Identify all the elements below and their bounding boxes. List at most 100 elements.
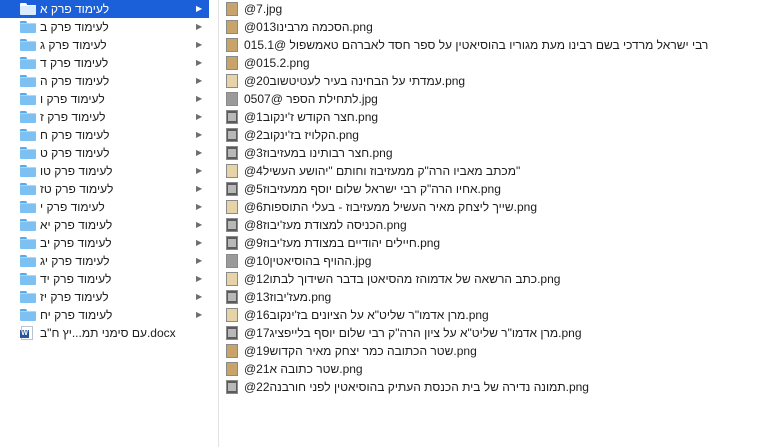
folder-item[interactable]: לעימוד פרק טו ▶ xyxy=(0,162,209,180)
folder-label: לעימוד פרק ו xyxy=(40,92,105,106)
folder-icon xyxy=(20,129,36,141)
disclosure-arrow-icon: ▶ xyxy=(196,112,203,121)
image-thumbnail-icon xyxy=(226,182,238,196)
image-thumbnail-icon xyxy=(226,362,238,376)
image-thumbnail-icon xyxy=(226,20,238,34)
disclosure-arrow-icon: ▶ xyxy=(196,274,203,283)
file-label: @5אחיו הרה"ק רבי ישראל שלום יוסף ממעזיבו… xyxy=(244,182,501,196)
folder-item[interactable]: לעימוד פרק יד ▶ xyxy=(0,270,209,288)
folder-label: לעימוד פרק יא xyxy=(40,218,113,232)
folder-icon xyxy=(20,219,36,231)
image-thumbnail-icon xyxy=(226,218,238,232)
folder-label: לעימוד פרק יח xyxy=(40,308,113,322)
image-thumbnail-icon xyxy=(226,272,238,286)
folder-icon xyxy=(20,75,36,87)
image-thumbnail-icon xyxy=(226,2,238,16)
folder-item[interactable]: לעימוד פרק יז ▶ xyxy=(0,288,209,306)
folder-item[interactable]: לעימוד פרק ד ▶ xyxy=(0,54,209,72)
image-thumbnail-icon xyxy=(226,326,238,340)
folder-label: לעימוד פרק א xyxy=(40,2,110,16)
file-label: @2הקלויז בז'ינקוב.png xyxy=(244,128,359,142)
folder-icon xyxy=(20,93,36,105)
folder-item[interactable]: לעימוד פרק יב ▶ xyxy=(0,234,209,252)
folder-icon xyxy=(20,21,36,33)
image-thumbnail-icon xyxy=(226,128,238,142)
file-label: @16מרן אדמו"ר שליט"א על הציונים בז'ינקוב… xyxy=(244,308,489,322)
disclosure-arrow-icon: ▶ xyxy=(196,202,203,211)
image-thumbnail-icon xyxy=(226,290,238,304)
file-label: @6שייך ליצחק מאיר העשיל ממעזיבוז - בעלי … xyxy=(244,200,538,214)
image-thumbnail-icon xyxy=(226,236,238,250)
folder-item[interactable]: לעימוד פרק ה ▶ xyxy=(0,72,209,90)
word-doc-icon: W xyxy=(20,326,33,340)
folder-icon xyxy=(20,111,36,123)
folder-item[interactable]: לעימוד פרק ג ▶ xyxy=(0,36,209,54)
file-label: @9חיילים יהודיים במצודת מעז'יבוז.png xyxy=(244,236,441,250)
folder-label: לעימוד פרק ה xyxy=(40,74,110,88)
folder-icon xyxy=(20,309,36,321)
folder-icon xyxy=(20,57,36,69)
folder-label: לעימוד פרק ט xyxy=(40,146,110,160)
folder-icon xyxy=(20,3,36,15)
disclosure-arrow-icon: ▶ xyxy=(196,58,203,67)
file-label: @12כתב הרשאה של אדמוהז מהסיאטן בדבר השיד… xyxy=(244,272,561,286)
file-label: 0507@ לתחילת הספר.jpg xyxy=(244,92,378,106)
disclosure-arrow-icon: ▶ xyxy=(196,238,203,247)
file-label: @20עמדתי על הבחינה בעיר לעטיטשוב.png xyxy=(244,74,466,88)
document-item[interactable]: W עם סימני תמ...יץ ח"ב.docx xyxy=(0,324,209,342)
file-label: @7.jpg xyxy=(244,2,283,16)
folders-column: לעימוד פרק א ▶ לעימוד פרק ב ▶ לעימוד פרק ג ▶ ל… xyxy=(0,0,209,447)
folder-item[interactable]: לעימוד פרק ב ▶ xyxy=(0,18,209,36)
file-label: @17מרן אדמו"ר שליט"א על ציון הרה"ק רבי ש… xyxy=(244,326,582,340)
disclosure-arrow-icon: ▶ xyxy=(196,310,203,319)
folder-icon xyxy=(20,291,36,303)
image-thumbnail-icon xyxy=(226,308,238,322)
folder-icon xyxy=(20,201,36,213)
image-thumbnail-icon xyxy=(226,254,238,268)
file-label: @015.2.png xyxy=(244,56,310,70)
folder-icon xyxy=(20,255,36,267)
folder-item[interactable]: לעימוד פרק ח ▶ xyxy=(0,126,209,144)
folder-label: לעימוד פרק ז xyxy=(40,110,106,124)
folder-icon xyxy=(20,39,36,51)
folder-item[interactable]: לעימוד פרק יח ▶ xyxy=(0,306,209,324)
disclosure-arrow-icon: ▶ xyxy=(196,4,203,13)
image-thumbnail-icon xyxy=(226,380,238,394)
folder-label: לעימוד פרק ג xyxy=(40,38,107,52)
disclosure-arrow-icon: ▶ xyxy=(196,166,203,175)
file-label: 015.1@ רבי ישראל מרדכי בשם רבינו מעת מגו… xyxy=(244,38,709,52)
image-thumbnail-icon xyxy=(226,74,238,88)
disclosure-arrow-icon: ▶ xyxy=(196,22,203,31)
folder-label: לעימוד פרק יג xyxy=(40,254,110,268)
disclosure-arrow-icon: ▶ xyxy=(196,184,203,193)
image-thumbnail-icon xyxy=(226,164,238,178)
folder-item[interactable]: לעימוד פרק א ▶ xyxy=(0,0,209,18)
folder-label: לעימוד פרק טו xyxy=(40,164,113,178)
folder-icon xyxy=(20,237,36,249)
file-label: @1חצר הקודש ז'ינקוב.png xyxy=(244,110,379,124)
folder-label: לעימוד פרק י xyxy=(40,200,105,214)
file-label: @10ההויף בהוסיאטין.jpg xyxy=(244,254,372,268)
document-label: עם סימני תמ...יץ ח"ב.docx xyxy=(40,326,176,340)
image-thumbnail-icon xyxy=(226,146,238,160)
file-label: @22תמונה נדירה של בית הכנסת העתיק בהוסיא… xyxy=(244,380,589,394)
image-thumbnail-icon xyxy=(226,110,238,124)
image-thumbnail-icon xyxy=(226,38,238,52)
folder-label: לעימוד פרק יב xyxy=(40,236,112,250)
file-label: @8הכניסה למצודת מעז'יבוז.png xyxy=(244,218,407,232)
folder-item[interactable]: לעימוד פרק טז ▶ xyxy=(0,180,209,198)
folder-item[interactable]: לעימוד פרק ז ▶ xyxy=(0,108,209,126)
folder-icon xyxy=(20,183,36,195)
file-label: @13מעז'יבוז.png xyxy=(244,290,332,304)
folder-icon xyxy=(20,165,36,177)
image-thumbnail-icon xyxy=(226,92,238,106)
file-label: @21שטר כתובה א.png xyxy=(244,362,363,376)
file-label: @3חצר רבותינו במעזיבוז.png xyxy=(244,146,393,160)
folder-item[interactable]: לעימוד פרק יא ▶ xyxy=(0,216,209,234)
folder-item[interactable]: לעימוד פרק ו ▶ xyxy=(0,90,209,108)
disclosure-arrow-icon: ▶ xyxy=(196,256,203,265)
folder-item[interactable]: לעימוד פרק יג ▶ xyxy=(0,252,209,270)
folder-label: לעימוד פרק ח xyxy=(40,128,110,142)
folder-item[interactable]: לעימוד פרק ט ▶ xyxy=(0,144,209,162)
folder-item[interactable]: לעימוד פרק י ▶ xyxy=(0,198,209,216)
